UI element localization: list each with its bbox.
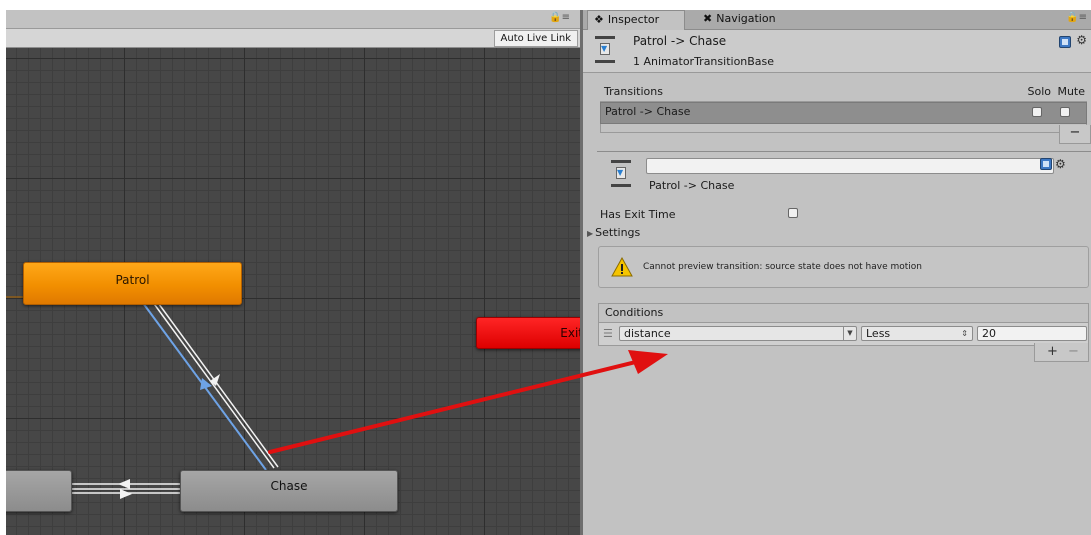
transition-name: Patrol -> Chase xyxy=(605,105,691,118)
inspector-title: Patrol -> Chase xyxy=(633,34,727,48)
condition-value-field[interactable]: 20 xyxy=(977,326,1087,341)
settings-label: Settings xyxy=(595,226,641,239)
animator-toolbar: Auto Live Link xyxy=(6,29,580,48)
conditions-list: Conditions ☰ distance ▼ Less ⇕ 20 + − xyxy=(598,303,1089,362)
state-exit[interactable]: Exit xyxy=(476,317,580,349)
warning-box: Cannot preview transition: source state … xyxy=(598,246,1089,288)
lock-icon[interactable]: 🔒≡ xyxy=(1066,12,1087,23)
inspector-subtitle: 1 AnimatorTransitionBase xyxy=(633,55,775,68)
inspector-window: ❖ Inspector ✖ Navigation 🔒≡ ▼ Patrol -> Ch… xyxy=(583,10,1091,535)
tab-label: Navigation xyxy=(716,12,776,25)
tab-label: Inspector xyxy=(607,13,660,26)
condition-operator: Less xyxy=(866,327,891,340)
warning-text: Cannot preview transition: source state … xyxy=(643,262,922,272)
transition-icon: ▼ xyxy=(611,160,631,188)
condition-operator-dropdown[interactable]: Less ⇕ xyxy=(861,326,973,341)
state-label: Patrol xyxy=(115,273,150,287)
remove-condition-button[interactable]: − xyxy=(1068,344,1079,359)
transition-detail: ▼ ⚙ Patrol -> Chase xyxy=(597,152,1091,200)
remove-transition-button[interactable]: − xyxy=(1059,125,1091,144)
settings-foldout[interactable]: ▶ Settings xyxy=(587,226,640,239)
gear-icon[interactable]: ⚙ xyxy=(1076,33,1087,47)
animator-window: 🔒≡ Auto Live Link Patrol Exit xyxy=(6,10,580,535)
lock-icon[interactable]: 🔒≡ xyxy=(549,12,570,23)
transition-detail-label: Patrol -> Chase xyxy=(649,179,735,192)
drag-handle-icon[interactable]: ☰ xyxy=(603,327,613,340)
state-unnamed[interactable] xyxy=(6,470,72,512)
chevron-updown-icon: ⇕ xyxy=(961,329,968,338)
transitions-list-body xyxy=(600,124,1087,133)
mute-checkbox[interactable] xyxy=(1060,107,1070,117)
tab-inspector[interactable]: ❖ Inspector xyxy=(587,10,685,30)
condition-parameter: distance xyxy=(624,327,671,340)
help-book-icon[interactable] xyxy=(1059,36,1071,48)
arrowhead-icon xyxy=(118,479,130,489)
tab-navigation[interactable]: ✖ Navigation xyxy=(693,10,786,29)
chevron-down-icon: ▼ xyxy=(843,327,856,340)
solo-label: Solo xyxy=(1027,85,1052,98)
state-machine-graph[interactable]: Patrol Exit Chase xyxy=(6,48,580,535)
warning-icon xyxy=(611,257,633,277)
condition-row[interactable]: ☰ distance ▼ Less ⇕ 20 xyxy=(598,323,1089,346)
state-patrol[interactable]: Patrol xyxy=(23,262,242,305)
mute-label: Mute xyxy=(1057,85,1085,98)
transitions-header: Transitions Solo Mute xyxy=(600,83,1087,102)
arrowhead-icon xyxy=(120,489,132,499)
transitions-list: Transitions Solo Mute Patrol -> Chase xyxy=(600,83,1087,133)
conditions-footer: + − xyxy=(1034,343,1089,362)
inspector-header: ▼ Patrol -> Chase 1 AnimatorTransitionBa… xyxy=(583,30,1091,73)
state-chase[interactable]: Chase xyxy=(180,470,398,512)
add-condition-button[interactable]: + xyxy=(1047,344,1058,359)
transitions-label: Transitions xyxy=(604,85,663,98)
has-exit-time-label: Has Exit Time xyxy=(600,208,676,221)
gear-icon[interactable]: ⚙ xyxy=(1055,157,1066,171)
conditions-header: Conditions xyxy=(598,303,1089,323)
transition-chase-patrol xyxy=(151,300,275,469)
state-label: Chase xyxy=(270,479,308,493)
has-exit-time-checkbox[interactable] xyxy=(788,208,798,218)
foldout-triangle-icon: ▶ xyxy=(587,229,594,238)
transition-row[interactable]: Patrol -> Chase xyxy=(600,102,1087,124)
auto-live-link-button[interactable]: Auto Live Link xyxy=(493,30,578,47)
solo-checkbox[interactable] xyxy=(1032,107,1042,117)
transition-name-field[interactable] xyxy=(646,158,1054,174)
tab-bar: ❖ Inspector ✖ Navigation 🔒≡ xyxy=(583,10,1091,30)
condition-parameter-dropdown[interactable]: distance ▼ xyxy=(619,326,857,341)
navigation-icon: ✖ xyxy=(703,12,713,25)
animator-title-bar: 🔒≡ xyxy=(6,10,580,29)
transition-icon: ▼ xyxy=(595,36,615,64)
help-book-icon[interactable] xyxy=(1040,158,1052,170)
state-label: Exit xyxy=(560,326,580,340)
info-icon: ❖ xyxy=(594,13,604,26)
